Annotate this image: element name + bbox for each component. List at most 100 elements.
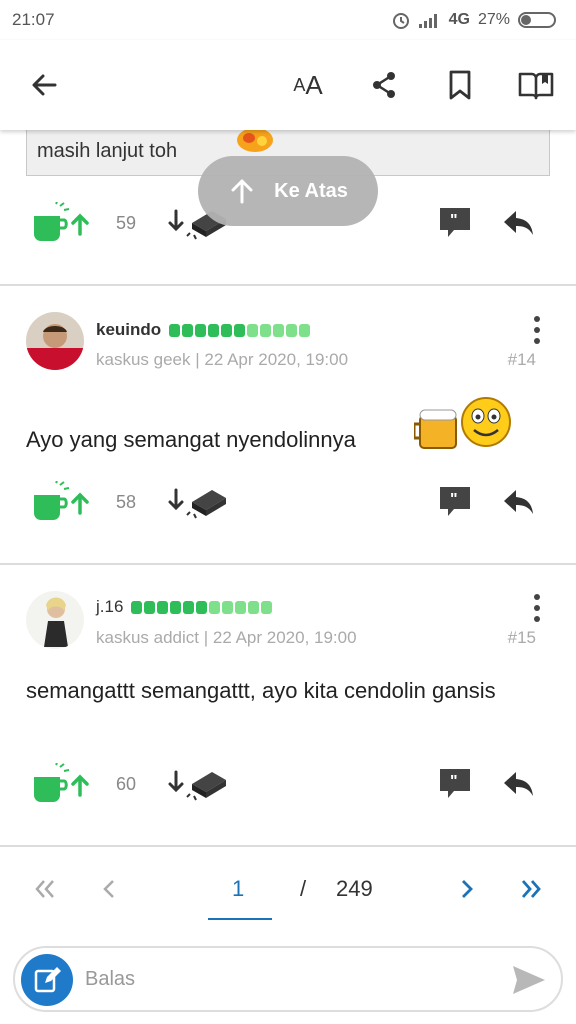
post-body-text: semangattt semangattt, ayo kita cendolin…: [26, 678, 496, 703]
username[interactable]: keuindo: [96, 320, 311, 340]
status-icons: 4G 27%: [391, 10, 556, 30]
current-page-underline: [208, 918, 272, 920]
reply-input[interactable]: Balas: [85, 968, 135, 991]
reputation-bar: [131, 600, 273, 614]
send-icon: [513, 966, 545, 994]
scroll-to-top-button[interactable]: Ke Atas: [198, 156, 378, 226]
chevron-right-icon: [462, 880, 473, 898]
battery-icon: [518, 12, 556, 28]
share-icon: [373, 72, 395, 98]
total-pages: 249: [336, 876, 373, 901]
post-number[interactable]: #15: [508, 628, 536, 648]
status-bar: 21:07 4G 27%: [0, 0, 576, 40]
quote-bubble-icon: ": [440, 208, 470, 237]
username-text: keuindo: [96, 320, 162, 339]
quote-bubble-icon: ": [440, 487, 470, 516]
font-size-small-icon: A: [293, 74, 306, 95]
share-button[interactable]: [366, 67, 402, 103]
post-actions: 60 ": [0, 759, 576, 809]
username-text: j.16: [96, 597, 124, 616]
avatar[interactable]: [26, 312, 84, 370]
bata-brick-icon: [168, 488, 226, 519]
book-open-icon: [518, 72, 554, 100]
send-button[interactable]: [511, 964, 547, 1001]
chevron-left-icon: [103, 880, 114, 898]
double-chevron-left-icon: [35, 880, 54, 898]
post-divider: [0, 563, 576, 565]
first-page-button[interactable]: [34, 878, 56, 906]
vote-count: 60: [116, 773, 137, 794]
avatar[interactable]: [26, 591, 84, 649]
post-divider: [0, 845, 576, 847]
user-avatar-image: [26, 591, 84, 649]
post-datetime: 22 Apr 2020, 19:00: [212, 628, 357, 647]
more-options-icon[interactable]: [534, 594, 542, 622]
bata-button[interactable]: [166, 759, 230, 809]
font-size-large-icon: A: [305, 69, 323, 100]
quote-text: masih lanjut toh: [37, 140, 178, 162]
cendol-cup-icon: [34, 202, 89, 241]
quote-bubble-icon: ": [440, 769, 470, 798]
reply-arrow-icon: [504, 211, 533, 235]
reply-arrow-icon: [504, 772, 533, 796]
post-actions: 58 ": [0, 477, 576, 527]
reply-post-button[interactable]: [502, 477, 534, 527]
bookmark-icon: [449, 70, 471, 100]
edit-icon: [34, 967, 61, 993]
back-button[interactable]: [26, 67, 62, 103]
post-divider: [0, 284, 576, 286]
bata-brick-icon: [168, 770, 226, 801]
read-mode-button[interactable]: [518, 67, 554, 103]
vote-count: 59: [116, 212, 137, 233]
post-meta: kaskus geek | 22 Apr 2020, 19:00: [96, 350, 349, 369]
cendol-cup-icon: [34, 481, 89, 520]
network-type: 4G: [448, 11, 470, 28]
page-separator: /: [300, 876, 307, 901]
next-page-button[interactable]: [460, 878, 474, 906]
prev-page-button[interactable]: [102, 878, 116, 906]
alarm-icon: [392, 13, 409, 29]
beer-smiley-emoticon-icon: [414, 397, 511, 449]
more-options-icon[interactable]: [534, 316, 542, 344]
user-rank: kaskus addict: [96, 628, 199, 647]
last-page-button[interactable]: [520, 878, 542, 906]
post-body: semangattt semangattt, ayo kita cendolin…: [26, 675, 516, 706]
post-meta: kaskus addict | 22 Apr 2020, 19:00: [96, 628, 357, 647]
reply-post-button[interactable]: [502, 198, 534, 248]
reply-arrow-icon: [504, 490, 533, 514]
svg-text:": ": [450, 773, 458, 790]
top-app-bar: AA: [0, 40, 576, 130]
font-size-button[interactable]: AA: [288, 67, 328, 103]
user-avatar-image: [26, 312, 84, 370]
svg-text:": ": [450, 491, 458, 508]
status-time: 21:07: [12, 10, 55, 29]
user-rank: kaskus geek: [96, 350, 191, 369]
reply-bar: Balas: [13, 946, 563, 1012]
bookmark-button[interactable]: [442, 67, 478, 103]
post-datetime: 22 Apr 2020, 19:00: [204, 350, 349, 369]
username[interactable]: j.16: [96, 597, 273, 617]
cendol-button[interactable]: [30, 759, 92, 809]
battery-percent: 27%: [477, 11, 510, 28]
arrow-up-icon: [231, 179, 253, 204]
bata-button[interactable]: [166, 477, 230, 527]
arrow-left-icon: [32, 74, 57, 96]
current-page-input[interactable]: 1: [232, 876, 244, 902]
scroll-to-top-label: Ke Atas: [274, 179, 348, 202]
reply-post-button[interactable]: [502, 759, 534, 809]
reputation-bar: [169, 323, 311, 337]
advanced-reply-button[interactable]: [21, 954, 73, 1006]
quote-button[interactable]: ": [438, 759, 472, 809]
double-chevron-right-icon: [521, 880, 541, 898]
emoticon-icon: [237, 128, 273, 152]
cendol-button[interactable]: [30, 477, 92, 527]
vote-count: 58: [116, 491, 137, 512]
post-number[interactable]: #14: [508, 350, 536, 370]
quote-button[interactable]: ": [438, 477, 472, 527]
quote-button[interactable]: ": [438, 198, 472, 248]
cendol-button[interactable]: [30, 198, 92, 248]
pagination: 1 / 249: [0, 858, 576, 928]
svg-text:": ": [450, 212, 458, 229]
post-body-text: Ayo yang semangat nyendolinnya: [26, 427, 356, 452]
signal-icon: [418, 14, 437, 28]
